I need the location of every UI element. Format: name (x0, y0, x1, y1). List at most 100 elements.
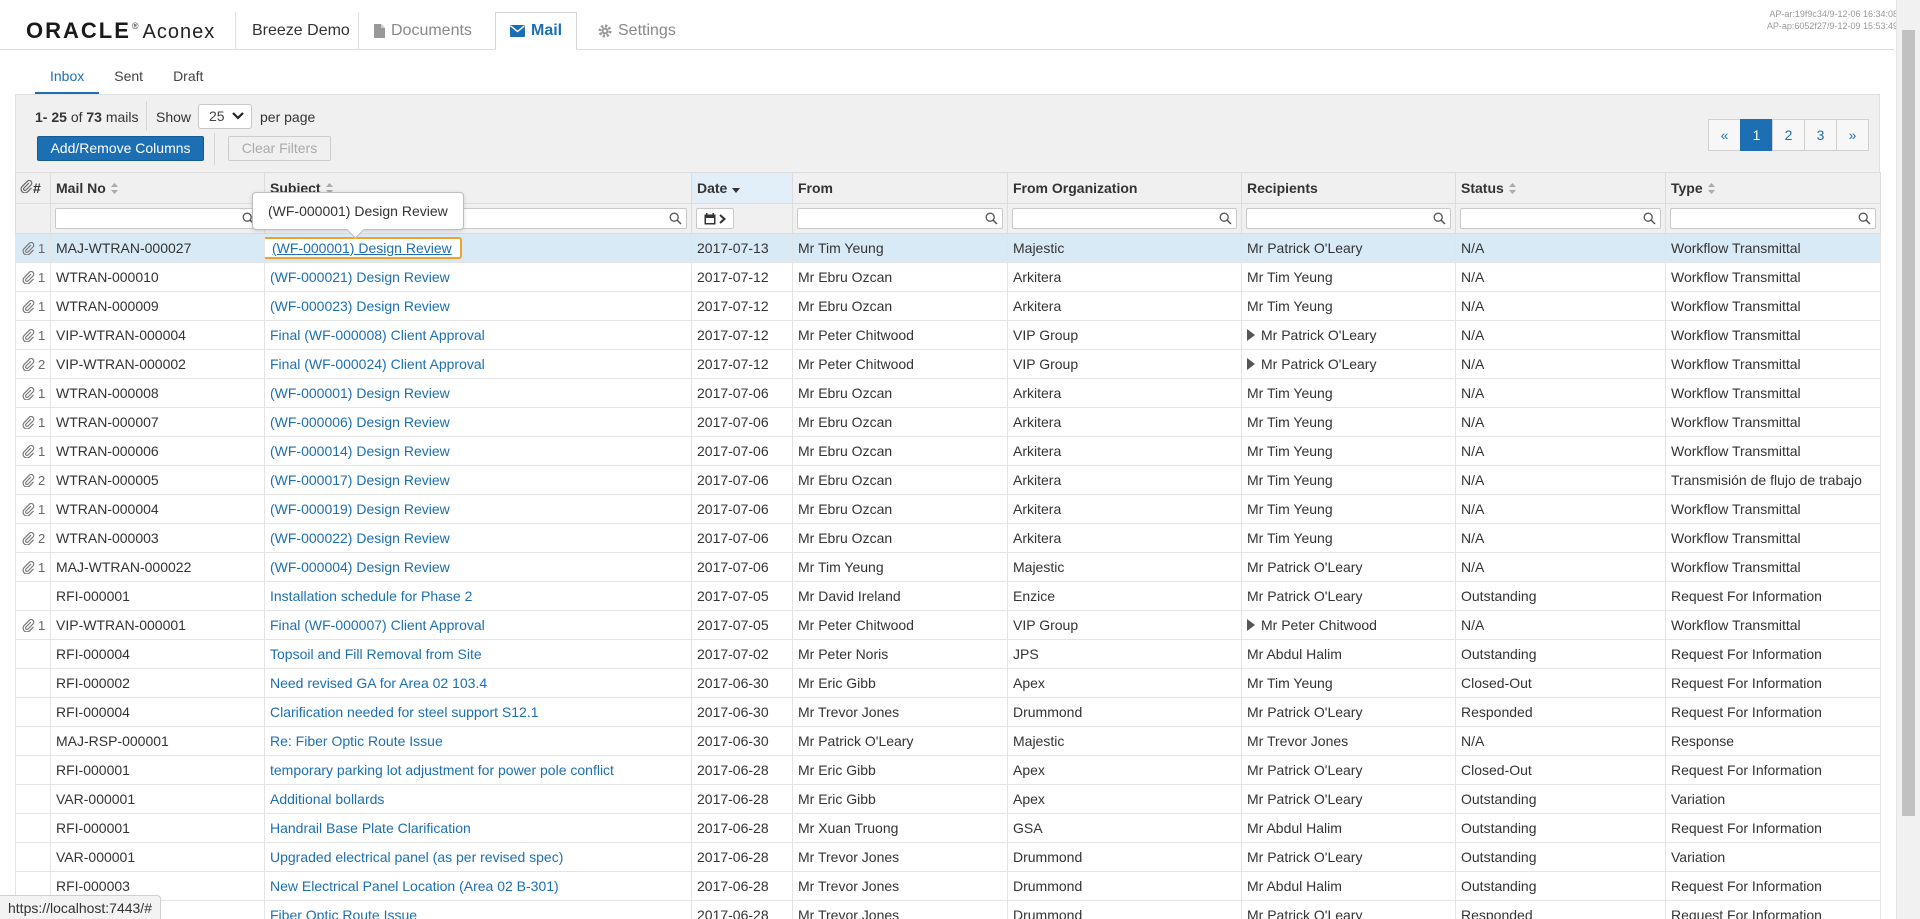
filter-recipients-input[interactable] (1246, 208, 1451, 229)
subject-link[interactable]: Installation schedule for Phase 2 (270, 588, 472, 604)
pagination-page-3[interactable]: 3 (1804, 119, 1837, 151)
table-row[interactable]: Fiber Optic Route Issue 2017-06-28 Mr Trev… (15, 900, 1881, 919)
subject-link[interactable]: Final (WF-000024) Client Approval (270, 356, 485, 372)
search-icon (1643, 212, 1656, 225)
subject-link[interactable]: (WF-000001) Design Review (270, 385, 450, 401)
subject-link[interactable]: New Electrical Panel Location (Area 02 B… (270, 878, 559, 894)
table-row[interactable]: 1 WTRAN-000004 (WF-000019) Design Review 20… (15, 494, 1881, 524)
nav-tab-documents[interactable]: Documents (358, 12, 486, 50)
subject-link[interactable]: (WF-000017) Design Review (270, 472, 450, 488)
expand-recipients-icon[interactable] (1247, 619, 1255, 631)
subject-link[interactable]: Additional bollards (270, 791, 384, 807)
subject-link[interactable]: (WF-000021) Design Review (270, 269, 450, 285)
table-row[interactable]: 1 MAJ-WTRAN-000027 (WF-000001) Design Revi… (15, 233, 1881, 263)
subject-link[interactable]: (WF-000014) Design Review (270, 443, 450, 459)
mail-no-cell: VIP-WTRAN-000001 (50, 610, 265, 640)
subject-link[interactable]: Clarification needed for steel support S… (270, 704, 539, 720)
sort-icon (1707, 183, 1715, 194)
table-row[interactable]: RFI-000001 temporary parking lot adjustme… (15, 755, 1881, 785)
table-row[interactable]: 1 WTRAN-000009 (WF-000023) Design Review 20… (15, 291, 1881, 321)
subject-link[interactable]: (WF-000019) Design Review (270, 501, 450, 517)
subject-link[interactable]: (WF-000004) Design Review (270, 559, 450, 575)
attachment-count: 1 (38, 385, 46, 401)
subject-link[interactable]: Re: Fiber Optic Route Issue (270, 733, 443, 749)
column-header-attachments[interactable]: # (15, 172, 51, 204)
date-cell: 2017-07-06 (691, 436, 793, 466)
subject-link[interactable]: Fiber Optic Route Issue (270, 907, 417, 919)
table-row[interactable]: VAR-000001 Upgraded electrical panel (as … (15, 842, 1881, 872)
oracle-aconex-logo[interactable]: ORACLE ® Aconex (26, 18, 215, 44)
table-row[interactable]: 2 WTRAN-000003 (WF-000022) Design Review 20… (15, 523, 1881, 553)
table-row[interactable]: 1 WTRAN-000007 (WF-000006) Design Review 20… (15, 407, 1881, 437)
column-header-from[interactable]: From (792, 172, 1008, 204)
table-row[interactable]: RFI-000004 Topsoil and Fill Removal from … (15, 639, 1881, 669)
table-row[interactable]: 2 VIP-WTRAN-000002 Final (WF-000024) Clien… (15, 349, 1881, 379)
recipient-name: Mr Peter Chitwood (1261, 617, 1377, 633)
clear-filters-button[interactable]: Clear Filters (228, 136, 331, 161)
add-remove-columns-button[interactable]: Add/Remove Columns (37, 136, 204, 161)
table-row[interactable]: 1 MAJ-WTRAN-000022 (WF-000004) Design Revi… (15, 552, 1881, 582)
filter-from-input[interactable] (797, 208, 1003, 229)
type-cell: Request For Information (1665, 813, 1881, 843)
subject-link[interactable]: (WF-000022) Design Review (270, 530, 450, 546)
subject-link[interactable]: (WF-000006) Design Review (270, 414, 450, 430)
subject-link[interactable]: Final (WF-000007) Client Approval (270, 617, 485, 633)
table-row[interactable]: RFI-000002 Need revised GA for Area 02 10… (15, 668, 1881, 698)
table-row[interactable]: RFI-000001 Installation schedule for Phas… (15, 581, 1881, 611)
subject-link[interactable]: (WF-000001) Design Review (265, 237, 462, 259)
per-page-select[interactable]: 25 (198, 104, 252, 129)
nav-tab-mail[interactable]: Mail (495, 12, 578, 50)
table-row[interactable]: 1 WTRAN-000010 (WF-000021) Design Review 20… (15, 262, 1881, 292)
pagination-next[interactable]: » (1836, 119, 1869, 151)
filter-cell (1455, 203, 1666, 234)
table-row[interactable]: 1 WTRAN-000006 (WF-000014) Design Review 20… (15, 436, 1881, 466)
table-row[interactable]: VAR-000001 Additional bollards 2017-06-28 M… (15, 784, 1881, 814)
table-row[interactable]: 1 VIP-WTRAN-000001 Final (WF-000007) Clien… (15, 610, 1881, 640)
subject-link[interactable]: Final (WF-000008) Client Approval (270, 327, 485, 343)
project-selector[interactable]: Breeze Demo (235, 12, 366, 50)
subject-link[interactable]: Upgraded electrical panel (as per revise… (270, 849, 563, 865)
filter-type-input[interactable] (1670, 208, 1876, 229)
column-header-date[interactable]: Date (691, 172, 793, 204)
nav-tab-settings[interactable]: Settings (584, 12, 690, 50)
table-row[interactable]: RFI-000004 Clarification needed for steel… (15, 697, 1881, 727)
column-header-recipients[interactable]: Recipients (1241, 172, 1456, 204)
attachment-count: 2 (38, 472, 46, 488)
subject-link[interactable]: Handrail Base Plate Clarification (270, 820, 471, 836)
table-row[interactable]: MAJ-RSP-000001 Re: Fiber Optic Route Issu… (15, 726, 1881, 756)
pagination-prev[interactable]: « (1708, 119, 1741, 151)
subject-cell: Re: Fiber Optic Route Issue (264, 726, 692, 756)
filter-from-organization-input[interactable] (1012, 208, 1237, 229)
result-of: of (70, 109, 83, 125)
date-cell: 2017-07-06 (691, 407, 793, 437)
envelope-icon (510, 25, 525, 37)
tab-sent[interactable]: Sent (99, 60, 158, 94)
filter-date-button[interactable] (696, 208, 734, 229)
tab-inbox[interactable]: Inbox (35, 60, 100, 94)
vertical-scrollbar[interactable] (1896, 0, 1920, 919)
subject-link[interactable]: (WF-000023) Design Review (270, 298, 450, 314)
column-header-mail-no[interactable]: Mail No (50, 172, 265, 204)
filter-mail-no-input[interactable] (55, 208, 260, 229)
subject-link[interactable]: Need revised GA for Area 02 103.4 (270, 675, 487, 691)
table-row[interactable]: 1 WTRAN-000008 (WF-000001) Design Review 20… (15, 378, 1881, 408)
scrollbar-thumb[interactable] (1902, 30, 1915, 816)
filter-cell (1007, 203, 1242, 234)
table-row[interactable]: 1 VIP-WTRAN-000004 Final (WF-000008) Clien… (15, 320, 1881, 350)
tab-draft[interactable]: Draft (158, 60, 218, 94)
column-header-status[interactable]: Status (1455, 172, 1666, 204)
subject-link[interactable]: Topsoil and Fill Removal from Site (270, 646, 482, 662)
table-row[interactable]: RFI-000001 Handrail Base Plate Clarificat… (15, 813, 1881, 843)
table-row[interactable]: 2 WTRAN-000005 (WF-000017) Design Review 20… (15, 465, 1881, 495)
table-row[interactable]: RFI-000003 New Electrical Panel Location … (15, 871, 1881, 901)
pagination-page-1[interactable]: 1 (1740, 119, 1773, 151)
expand-recipients-icon[interactable] (1247, 358, 1255, 370)
expand-recipients-icon[interactable] (1247, 329, 1255, 341)
filter-status-input[interactable] (1460, 208, 1661, 229)
attachment-cell (15, 842, 51, 872)
column-header-from-organization[interactable]: From Organization (1007, 172, 1242, 204)
pagination-page-2[interactable]: 2 (1772, 119, 1805, 151)
mailbox-tabs: Inbox Sent Draft (35, 60, 218, 94)
subject-link[interactable]: temporary parking lot adjustment for pow… (270, 762, 614, 778)
column-header-type[interactable]: Type (1665, 172, 1881, 204)
